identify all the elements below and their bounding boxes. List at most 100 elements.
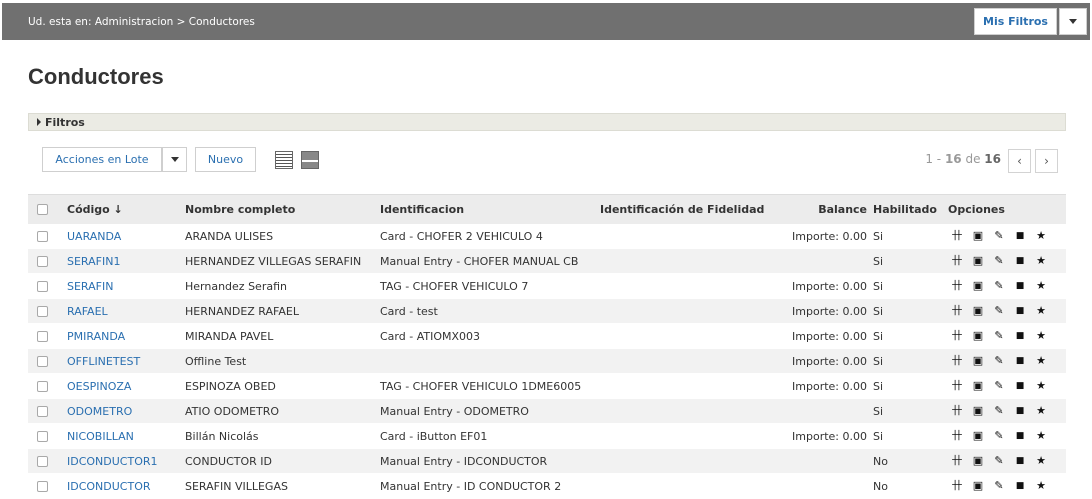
driver-code-link[interactable]: ODOMETRO bbox=[67, 405, 132, 418]
lock-icon[interactable]: ■ bbox=[1014, 405, 1026, 417]
star-icon[interactable]: ★ bbox=[1035, 355, 1047, 367]
card-icon[interactable]: ▣ bbox=[972, 330, 984, 342]
edit-icon[interactable]: ✎ bbox=[993, 355, 1005, 367]
driver-name: Offline Test bbox=[185, 354, 247, 368]
branch-icon[interactable]: 卄 bbox=[951, 380, 963, 392]
my-filters-dropdown-toggle[interactable] bbox=[1059, 8, 1087, 35]
header-enabled[interactable]: Habilitado bbox=[873, 203, 937, 216]
row-checkbox[interactable] bbox=[37, 255, 48, 267]
driver-code-link[interactable]: IDCONDUCTOR1 bbox=[67, 455, 158, 468]
edit-icon[interactable]: ✎ bbox=[993, 480, 1005, 492]
star-icon[interactable]: ★ bbox=[1035, 455, 1047, 467]
edit-icon[interactable]: ✎ bbox=[993, 380, 1005, 392]
row-checkbox[interactable] bbox=[37, 330, 48, 342]
driver-code-link[interactable]: UARANDA bbox=[67, 230, 121, 243]
star-icon[interactable]: ★ bbox=[1035, 330, 1047, 342]
card-icon[interactable]: ▣ bbox=[972, 380, 984, 392]
star-icon[interactable]: ★ bbox=[1035, 430, 1047, 442]
table-row: SERAFIN1 HERNANDEZ VILLEGAS SERAFIN Manual… bbox=[28, 249, 1066, 274]
prev-page-button[interactable]: ‹ bbox=[1008, 149, 1031, 173]
row-checkbox[interactable] bbox=[37, 405, 48, 417]
header-options: Opciones bbox=[948, 203, 1005, 216]
lock-icon[interactable]: ■ bbox=[1014, 430, 1026, 442]
branch-icon[interactable]: 卄 bbox=[951, 255, 963, 267]
driver-code-link[interactable]: SERAFIN1 bbox=[67, 255, 120, 268]
lock-icon[interactable]: ■ bbox=[1014, 455, 1026, 467]
card-icon[interactable]: ▣ bbox=[972, 480, 984, 492]
row-checkbox[interactable] bbox=[37, 230, 48, 242]
my-filters-button[interactable]: Mis Filtros bbox=[974, 8, 1057, 35]
card-icon[interactable]: ▣ bbox=[972, 430, 984, 442]
card-icon[interactable]: ▣ bbox=[972, 280, 984, 292]
star-icon[interactable]: ★ bbox=[1035, 305, 1047, 317]
row-checkbox[interactable] bbox=[37, 305, 48, 317]
lock-icon[interactable]: ■ bbox=[1014, 280, 1026, 292]
row-checkbox[interactable] bbox=[37, 455, 48, 467]
lock-icon[interactable]: ■ bbox=[1014, 355, 1026, 367]
branch-icon[interactable]: 卄 bbox=[951, 430, 963, 442]
card-icon[interactable]: ▣ bbox=[972, 305, 984, 317]
edit-icon[interactable]: ✎ bbox=[993, 455, 1005, 467]
row-checkbox[interactable] bbox=[37, 380, 48, 392]
lock-icon[interactable]: ■ bbox=[1014, 255, 1026, 267]
card-icon[interactable]: ▣ bbox=[972, 255, 984, 267]
card-icon[interactable]: ▣ bbox=[972, 405, 984, 417]
driver-enabled: Si bbox=[873, 404, 884, 418]
star-icon[interactable]: ★ bbox=[1035, 480, 1047, 492]
select-all-checkbox[interactable] bbox=[37, 204, 48, 215]
star-icon[interactable]: ★ bbox=[1035, 280, 1047, 292]
edit-icon[interactable]: ✎ bbox=[993, 255, 1005, 267]
batch-actions-dropdown-toggle[interactable] bbox=[162, 147, 187, 172]
card-icon[interactable]: ▣ bbox=[972, 355, 984, 367]
row-checkbox[interactable] bbox=[37, 355, 48, 367]
edit-icon[interactable]: ✎ bbox=[993, 405, 1005, 417]
branch-icon[interactable]: 卄 bbox=[951, 355, 963, 367]
list-view-icon[interactable] bbox=[275, 151, 293, 169]
lock-icon[interactable]: ■ bbox=[1014, 305, 1026, 317]
header-name[interactable]: Nombre completo bbox=[185, 203, 295, 216]
branch-icon[interactable]: 卄 bbox=[951, 480, 963, 492]
branch-icon[interactable]: 卄 bbox=[951, 280, 963, 292]
branch-icon[interactable]: 卄 bbox=[951, 305, 963, 317]
row-checkbox[interactable] bbox=[37, 480, 48, 492]
driver-identification: TAG - CHOFER VEHICULO 1DME6005 bbox=[380, 379, 582, 393]
star-icon[interactable]: ★ bbox=[1035, 380, 1047, 392]
batch-actions-button[interactable]: Acciones en Lote bbox=[42, 147, 162, 172]
row-checkbox[interactable] bbox=[37, 430, 48, 442]
edit-icon[interactable]: ✎ bbox=[993, 280, 1005, 292]
chevron-down-icon bbox=[170, 157, 179, 162]
filters-panel-toggle[interactable]: Filtros bbox=[28, 113, 1066, 131]
driver-code-link[interactable]: RAFAEL bbox=[67, 305, 108, 318]
star-icon[interactable]: ★ bbox=[1035, 230, 1047, 242]
card-icon[interactable]: ▣ bbox=[972, 230, 984, 242]
star-icon[interactable]: ★ bbox=[1035, 255, 1047, 267]
next-page-button[interactable]: › bbox=[1035, 149, 1058, 173]
driver-code-link[interactable]: NICOBILLAN bbox=[67, 430, 134, 443]
driver-code-link[interactable]: PMIRANDA bbox=[67, 330, 125, 343]
header-balance[interactable]: Balance bbox=[818, 203, 867, 216]
header-fidelity[interactable]: Identificación de Fidelidad bbox=[600, 203, 764, 216]
lock-icon[interactable]: ■ bbox=[1014, 330, 1026, 342]
header-identification[interactable]: Identificacion bbox=[380, 203, 464, 216]
driver-code-link[interactable]: OFFLINETEST bbox=[67, 355, 140, 368]
header-code[interactable]: Código ↓ bbox=[67, 203, 123, 216]
row-checkbox[interactable] bbox=[37, 280, 48, 292]
star-icon[interactable]: ★ bbox=[1035, 405, 1047, 417]
edit-icon[interactable]: ✎ bbox=[993, 430, 1005, 442]
lock-icon[interactable]: ■ bbox=[1014, 480, 1026, 492]
edit-icon[interactable]: ✎ bbox=[993, 330, 1005, 342]
driver-code-link[interactable]: OESPINOZA bbox=[67, 380, 131, 393]
branch-icon[interactable]: 卄 bbox=[951, 230, 963, 242]
new-button[interactable]: Nuevo bbox=[195, 147, 256, 172]
lock-icon[interactable]: ■ bbox=[1014, 380, 1026, 392]
branch-icon[interactable]: 卄 bbox=[951, 330, 963, 342]
edit-icon[interactable]: ✎ bbox=[993, 305, 1005, 317]
edit-icon[interactable]: ✎ bbox=[993, 230, 1005, 242]
branch-icon[interactable]: 卄 bbox=[951, 455, 963, 467]
branch-icon[interactable]: 卄 bbox=[951, 405, 963, 417]
compact-view-icon[interactable] bbox=[301, 151, 319, 169]
driver-code-link[interactable]: IDCONDUCTOR bbox=[67, 480, 151, 493]
card-icon[interactable]: ▣ bbox=[972, 455, 984, 467]
lock-icon[interactable]: ■ bbox=[1014, 230, 1026, 242]
driver-code-link[interactable]: SERAFIN bbox=[67, 280, 113, 293]
